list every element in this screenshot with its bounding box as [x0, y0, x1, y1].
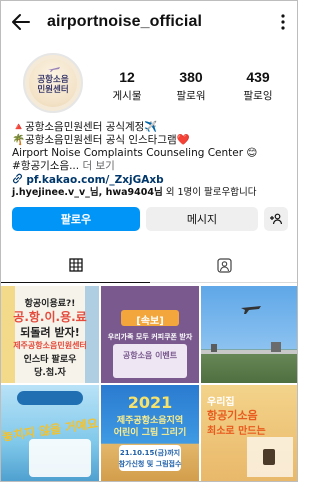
- post-thumbnail[interactable]: 우리집 항공기소음 최소로 만드는: [201, 385, 297, 481]
- post-text: 우리가족 모두 커피쿠폰 받자: [107, 333, 193, 341]
- follow-button[interactable]: 팔로우: [12, 207, 140, 231]
- avatar-logo: 공항소음 민원센터: [29, 59, 77, 107]
- bio-link-row: pf.kakao.com/_ZxjGAxb: [12, 173, 292, 186]
- message-button[interactable]: 메시지: [146, 207, 258, 231]
- followers-label: 팔로워: [176, 90, 206, 102]
- profile-bio: 🔺공항소음민원센터 공식계정✈️ 🌴공항소음민원센터 공식 인스타그램❤️ Ai…: [12, 121, 292, 199]
- post-text: 당.첨.자: [34, 368, 66, 378]
- mutual-followers[interactable]: j.hyejinee.v_v_님, hwa9404님 외 1명이 팔로우합니다: [12, 186, 292, 199]
- bio-link[interactable]: pf.kakao.com/_ZxjGAxb: [26, 174, 163, 186]
- following-count: 439: [246, 69, 270, 85]
- posts-count: 12: [119, 69, 135, 85]
- bio-line-2: 🌴공항소음민원센터 공식 인스타그램❤️: [12, 134, 190, 146]
- mutual-suffix: 외 1명이 팔로우합니다: [162, 187, 257, 198]
- bio-line-1: 🔺공항소음민원센터 공식계정✈️: [12, 121, 158, 133]
- tagged-person-icon: [217, 257, 232, 273]
- post-text: 우리집: [207, 397, 235, 408]
- following-label: 팔로잉: [243, 90, 273, 102]
- post-thumbnail[interactable]: 항공이용료?! 공.항.이.용.료 되돌려 받자! 제주공항소음민원센터 인스타…: [1, 286, 99, 383]
- stat-following[interactable]: 439 팔로잉: [231, 69, 285, 103]
- post-text: 제주공항소음민원센터: [13, 341, 87, 350]
- followers-count: 380: [179, 69, 203, 85]
- stat-followers[interactable]: 380 팔로워: [164, 69, 218, 103]
- top-bar: airportnoise_official: [1, 1, 297, 45]
- stat-posts[interactable]: 12 게시물: [107, 69, 147, 103]
- post-thumbnail[interactable]: [201, 286, 297, 383]
- post-thumbnail[interactable]: [속보] 우리가족 모두 커피쿠폰 받자 공항소음 이벤트: [101, 286, 199, 383]
- bio-hashtags[interactable]: #항공기소음...: [12, 160, 79, 172]
- bio-line-4: #항공기소음... 더 보기: [12, 160, 292, 173]
- suggested-users-button[interactable]: [264, 207, 288, 231]
- post-text: [속보]: [136, 316, 164, 327]
- post-text: 공.항.이.용.료: [13, 310, 87, 324]
- phone-screen: airportnoise_official 공항소음 민원센터 12 게시물 3…: [0, 0, 298, 482]
- post-text: 인스타 팔로우: [23, 355, 77, 365]
- post-card: [29, 439, 91, 477]
- post-text: 항공기소음: [207, 409, 258, 422]
- mutual-usernames: j.hyejinee.v_v_님, hwa9404님: [12, 187, 163, 198]
- post-text: 공항소음 이벤트: [122, 351, 178, 360]
- link-icon: [13, 173, 22, 184]
- bio-line-3: Airport Noise Complaints Counseling Cent…: [12, 147, 258, 159]
- post-banner: [17, 391, 83, 405]
- post-text: 21.10.15(금)까지: [119, 449, 181, 457]
- post-text: 어린이 그림 그리기: [113, 428, 187, 438]
- post-thumbnail[interactable]: 놓치지 않을 거예요: [1, 385, 99, 481]
- add-person-icon: [270, 213, 283, 225]
- tab-posts-grid[interactable]: [1, 247, 150, 283]
- post-text: 되돌려 받자!: [20, 326, 80, 339]
- profile-tabs: [1, 247, 297, 283]
- more-link[interactable]: 더 보기: [79, 160, 114, 172]
- post-text: 2021: [127, 393, 173, 412]
- post-text: 최소로 만드는: [207, 426, 266, 437]
- post-thumbnail[interactable]: 2021 제주공항소음지역 어린이 그림 그리기 21.10.15(금)까지 참…: [101, 385, 199, 481]
- avatar-text-line1: 공항소음: [37, 75, 69, 85]
- window-illustration: [247, 437, 293, 477]
- back-arrow-icon[interactable]: [10, 11, 32, 33]
- avatar-text-line2: 민원센터: [37, 85, 69, 95]
- airplane-icon: [48, 67, 60, 72]
- airplane-photo: [201, 306, 297, 354]
- post-text: 참가신청 및 그림접수: [118, 460, 182, 468]
- posts-label: 게시물: [112, 90, 142, 102]
- profile-avatar[interactable]: 공항소음 민원센터: [23, 53, 83, 113]
- grid-icon: [68, 257, 83, 272]
- profile-username: airportnoise_official: [47, 13, 203, 30]
- vertical-ellipsis-icon[interactable]: [279, 11, 287, 33]
- tab-tagged[interactable]: [150, 247, 297, 283]
